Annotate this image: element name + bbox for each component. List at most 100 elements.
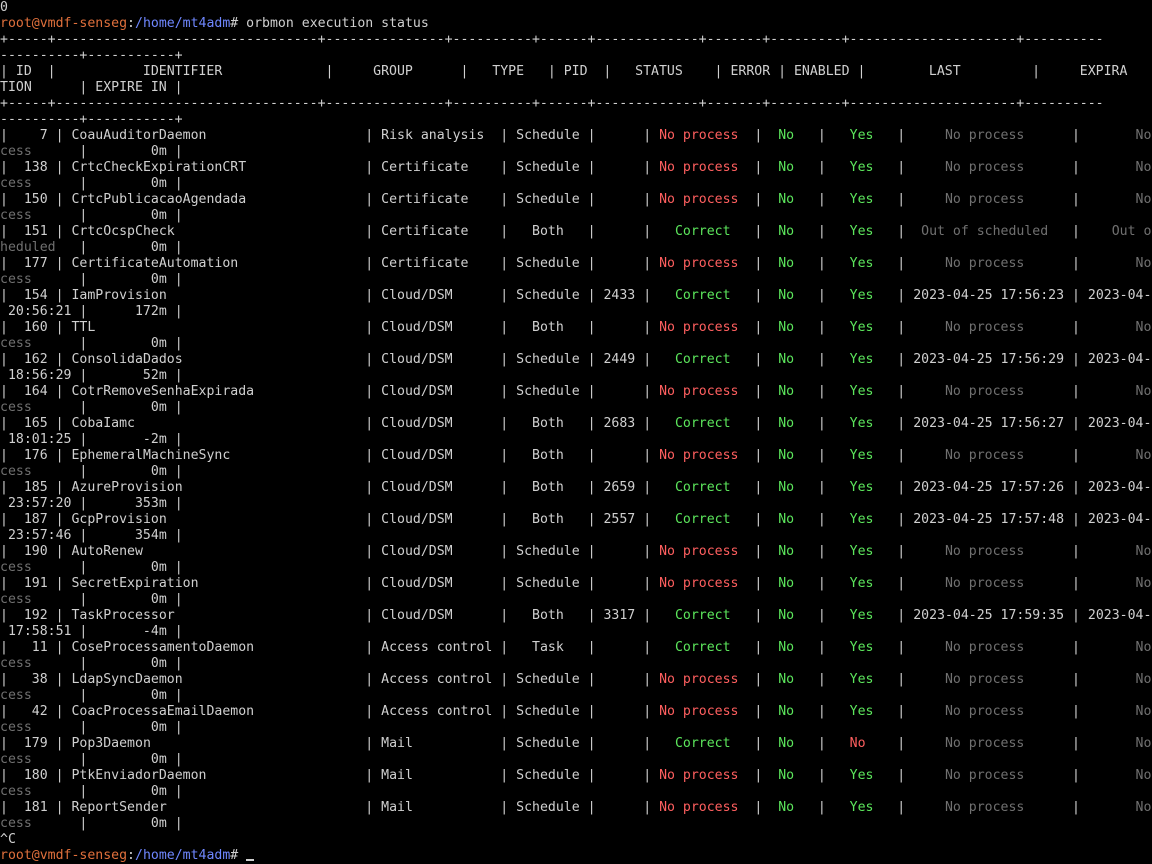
border: | — [809, 192, 834, 207]
table-row-wrap: 23:57:20 | 353m | — [0, 496, 183, 512]
border: | — [166, 432, 183, 447]
cell-expiration: No pro — [1135, 160, 1152, 175]
border: | — [357, 384, 382, 399]
cell-pid: 2659 — [603, 480, 636, 495]
border: | — [635, 224, 660, 239]
cell-identifier: ConsolidaDados — [71, 352, 358, 367]
cell-type: Both — [516, 224, 580, 239]
previous-output-line: 0 — [0, 0, 8, 16]
cell-expiration: No pro — [1135, 128, 1152, 143]
border: | — [809, 608, 834, 623]
cell-pid — [603, 736, 635, 751]
table-row: | 42 | CoacProcessaEmailDaemon | Access … — [0, 704, 1152, 720]
border: | — [47, 704, 72, 719]
border: | — [889, 672, 914, 687]
border: | — [492, 448, 517, 463]
cell-last: No process — [913, 768, 1065, 783]
cell-id: 192 — [15, 608, 48, 623]
active-prompt-line[interactable]: root@vmdf-senseg:/home/mt4adm# — [0, 848, 255, 864]
cell-status: No process — [659, 800, 747, 815]
border: | — [79, 176, 96, 191]
cell-type: Schedule — [516, 800, 580, 815]
cell-id: 160 — [15, 320, 48, 335]
cell-expire-in: 0m — [95, 336, 167, 351]
border: | — [0, 224, 16, 239]
border: | — [492, 320, 517, 335]
border: | — [79, 624, 96, 639]
border: | — [0, 672, 16, 687]
cell-pid — [603, 704, 635, 719]
cell-status: No process — [659, 448, 747, 463]
border: | — [889, 512, 914, 527]
table-row: | 164 | CotrRemoveSenhaExpirada | Cloud/… — [0, 384, 1152, 400]
border: | — [635, 704, 660, 719]
cell-type: Both — [516, 448, 580, 463]
cell-error: No — [770, 672, 810, 687]
border: | — [579, 320, 604, 335]
border: | — [889, 128, 914, 143]
cell-group: Cloud/DSM — [381, 384, 493, 399]
border: | — [579, 384, 604, 399]
border: | — [889, 416, 914, 431]
border: | — [357, 224, 382, 239]
cell-expiration: 2023-04-25 — [1087, 416, 1152, 431]
border: | — [579, 768, 604, 783]
border: | — [1064, 448, 1088, 463]
border: | — [166, 784, 183, 799]
border: | — [1064, 384, 1088, 399]
border: | — [357, 128, 382, 143]
cell-enabled: Yes — [833, 576, 890, 591]
cell-expire-in: 0m — [95, 688, 167, 703]
cell-pid — [603, 576, 635, 591]
interrupt-line: ^C — [0, 832, 16, 848]
table-row-wrap: cess | 0m | — [0, 336, 183, 352]
table-row-wrap: cess | 0m | — [0, 592, 183, 608]
border: | — [492, 288, 517, 303]
border: | — [0, 736, 16, 751]
border: | — [1064, 320, 1088, 335]
border: | — [635, 480, 660, 495]
cell-id: 180 — [15, 768, 48, 783]
cell-id: 150 — [15, 192, 48, 207]
border: | — [79, 304, 96, 319]
cell-pid — [603, 224, 635, 239]
border: | — [746, 352, 771, 367]
prompt-symbol: # — [230, 848, 247, 863]
border: | — [809, 416, 834, 431]
previous-output: 0 — [0, 0, 8, 15]
border: | — [579, 800, 604, 815]
cell-enabled: Yes — [833, 768, 890, 783]
border: | — [79, 272, 96, 287]
cell-expiration-wrap: 23:57:46 — [0, 528, 80, 543]
cell-group: Cloud/DSM — [381, 576, 493, 591]
cell-id: 176 — [15, 448, 48, 463]
border: | — [357, 192, 382, 207]
terminal-window[interactable]: 0 root@vmdf-senseg:/home/mt4adm# orbmon … — [0, 0, 1152, 864]
cell-pid — [603, 800, 635, 815]
table-row-wrap: cess | 0m | — [0, 176, 183, 192]
cell-expiration: No pro — [1135, 448, 1152, 463]
border: | — [79, 144, 96, 159]
table-row: | 165 | CobaIamc | Cloud/DSM | Both | 26… — [0, 416, 1152, 432]
border: | — [809, 768, 834, 783]
border: | — [1064, 640, 1088, 655]
table-row: | 138 | CrtcCheckExpirationCRT | Certifi… — [0, 160, 1152, 176]
cell-type: Schedule — [516, 704, 580, 719]
border: | — [166, 816, 183, 831]
cell-error: No — [770, 736, 810, 751]
cell-expiration: 2023-04-25 — [1087, 512, 1152, 527]
border: | — [492, 736, 517, 751]
table-row-wrap: cess | 0m | — [0, 272, 183, 288]
cell-error: No — [770, 256, 810, 271]
table-row: | 160 | TTL | Cloud/DSM | Both | | No pr… — [0, 320, 1152, 336]
cell-id: 191 — [15, 576, 48, 591]
cell-status: Correct — [659, 480, 747, 495]
border: | — [889, 224, 914, 239]
cell-enabled: Yes — [833, 384, 890, 399]
cell-status: Correct — [659, 224, 747, 239]
border: | — [1064, 288, 1088, 303]
border: | — [1064, 224, 1088, 239]
cell-expiration-wrap: heduled — [0, 240, 80, 255]
cell-group: Cloud/DSM — [381, 544, 493, 559]
cell-expire-in: 0m — [95, 144, 167, 159]
